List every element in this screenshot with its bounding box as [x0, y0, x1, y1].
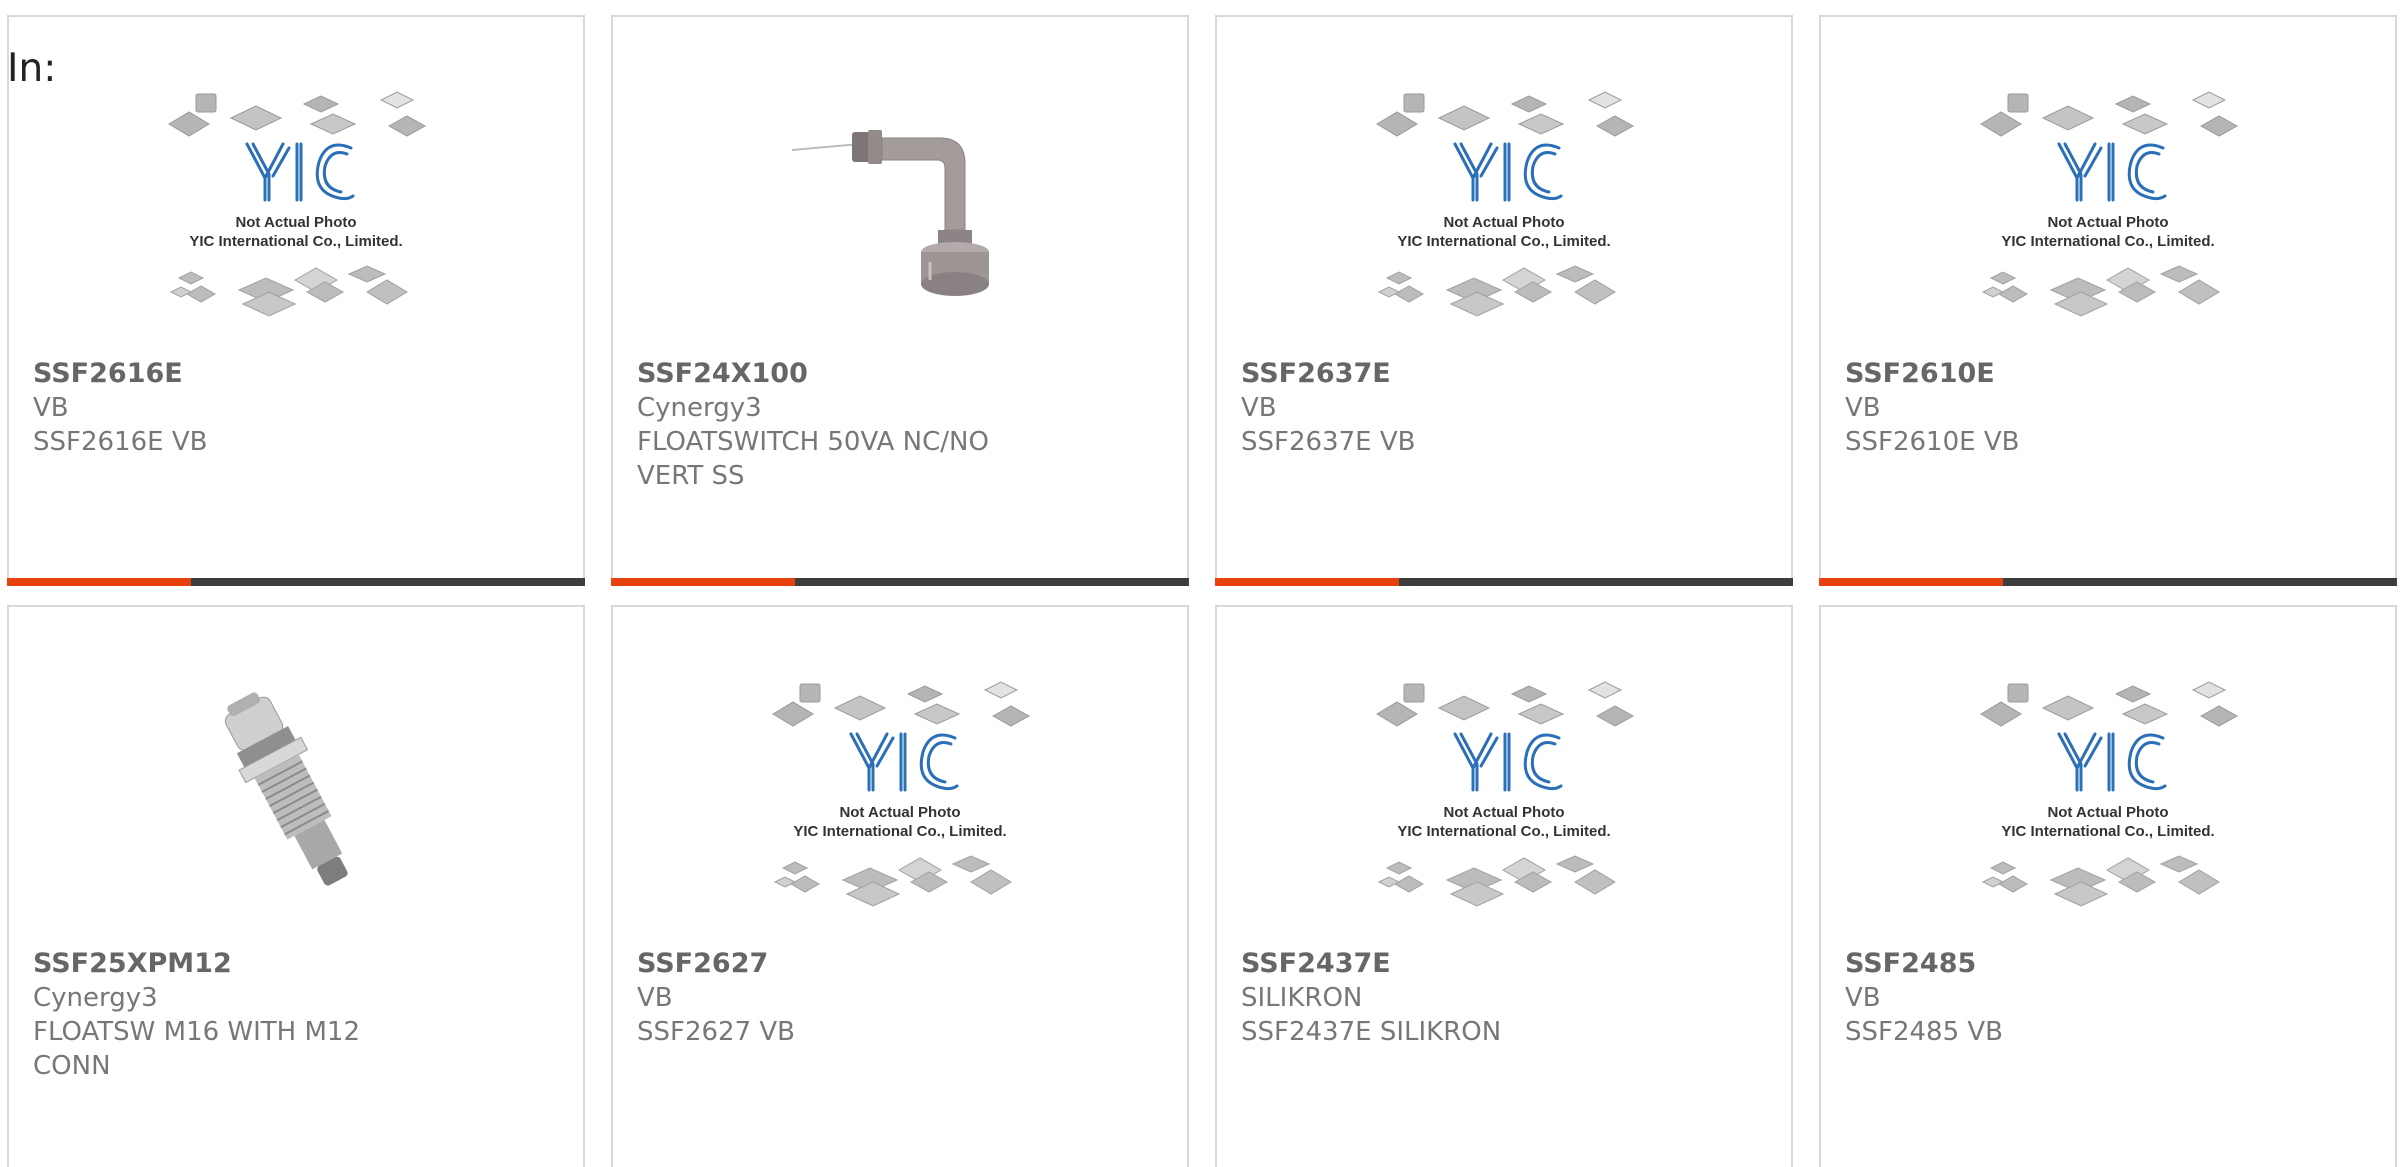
filter-label: In: — [7, 46, 57, 91]
product-description: SSF2610E VB — [1845, 427, 2020, 457]
float-switch-vertical-image — [791, 130, 989, 296]
product-thumbnail[interactable]: Not Actual Photo YIC International Co., … — [1821, 647, 2395, 937]
product-description: SSF2437E SILIKRON — [1241, 1017, 1502, 1047]
float-switch-connector-image — [224, 692, 348, 886]
product-thumbnail[interactable]: Not Actual Photo YIC International Co., … — [1821, 57, 2395, 347]
product-card[interactable]: Not Actual Photo YIC International Co., … — [611, 605, 1189, 1167]
product-thumbnail[interactable]: Not Actual Photo YIC International Co., … — [1217, 647, 1791, 937]
accent-segment — [611, 578, 795, 586]
product-card[interactable]: Not Actual Photo YIC International Co., … — [1819, 605, 2397, 1167]
product-description: SSF2637E VB — [1241, 427, 1416, 457]
product-description: FLOATSWITCH 50VA NC/NO VERT SS — [637, 427, 989, 491]
manufacturer: SILIKRON — [1241, 983, 1363, 1013]
manufacturer: VB — [637, 983, 673, 1013]
part-number[interactable]: SSF2610E — [1845, 357, 2371, 391]
svg-text:YIC International Co., Limited: YIC International Co., Limited. — [189, 233, 402, 250]
product-info: SSF2637E VB SSF2637E VB — [1241, 357, 1767, 459]
svg-text:Not Actual Photo: Not Actual Photo — [839, 804, 960, 821]
svg-text:Not Actual Photo: Not Actual Photo — [1443, 804, 1564, 821]
svg-text:YIC International Co., Limited: YIC International Co., Limited. — [2001, 823, 2214, 840]
svg-text:Not Actual Photo: Not Actual Photo — [2047, 214, 2168, 231]
svg-text:YIC International Co., Limited: YIC International Co., Limited. — [1397, 233, 1610, 250]
product-info: SSF2485 VB SSF2485 VB — [1845, 947, 2371, 1049]
card-accent-bar — [611, 578, 1189, 586]
manufacturer: VB — [33, 393, 69, 423]
placeholder-image: Not Actual Photo YIC International Co., … — [168, 91, 427, 317]
product-card[interactable]: Not Actual Photo YIC International Co., … — [1215, 15, 1793, 586]
product-description: FLOATSW M16 WITH M12 CONN — [33, 1017, 361, 1081]
part-number[interactable]: SSF2437E — [1241, 947, 1767, 981]
svg-text:Not Actual Photo: Not Actual Photo — [2047, 804, 2168, 821]
placeholder-image: Not Actual Photo YIC International Co., … — [772, 681, 1031, 907]
part-number[interactable]: SSF2627 — [637, 947, 1163, 981]
manufacturer: VB — [1241, 393, 1277, 423]
part-number[interactable]: SSF24X100 — [637, 357, 1163, 391]
part-number[interactable]: SSF2616E — [33, 357, 559, 391]
manufacturer: Cynergy3 — [637, 393, 762, 423]
placeholder-image: Not Actual Photo YIC International Co., … — [1376, 681, 1635, 907]
card-accent-bar — [7, 578, 585, 586]
part-number[interactable]: SSF2637E — [1241, 357, 1767, 391]
product-info: SSF2616E VB SSF2616E VB — [33, 357, 559, 459]
accent-segment — [7, 578, 191, 586]
product-info: SSF2437E SILIKRON SSF2437E SILIKRON — [1241, 947, 1767, 1049]
product-thumbnail[interactable] — [9, 647, 583, 937]
manufacturer: VB — [1845, 393, 1881, 423]
product-description: SSF2485 VB — [1845, 1017, 2004, 1047]
svg-text:YIC International Co., Limited: YIC International Co., Limited. — [1397, 823, 1610, 840]
svg-text:Not Actual Photo: Not Actual Photo — [235, 214, 356, 231]
product-info: SSF24X100 Cynergy3 FLOATSWITCH 50VA NC/NO … — [637, 357, 1163, 493]
product-card[interactable]: Not Actual Photo YIC International Co., … — [7, 15, 585, 586]
accent-segment — [1819, 578, 2003, 586]
product-card[interactable]: Not Actual Photo YIC International Co., … — [1215, 605, 1793, 1167]
card-accent-bar — [1819, 578, 2397, 586]
placeholder-image: Not Actual Photo YIC International Co., … — [1980, 91, 2239, 317]
product-info: SSF25XPM12 Cynergy3 FLOATSW M16 WITH M12 C… — [33, 947, 559, 1083]
product-info: SSF2610E VB SSF2610E VB — [1845, 357, 2371, 459]
product-thumbnail[interactable] — [613, 57, 1187, 347]
svg-text:YIC International Co., Limited: YIC International Co., Limited. — [2001, 233, 2214, 250]
product-description: SSF2616E VB — [33, 427, 208, 457]
product-description: SSF2627 VB — [637, 1017, 796, 1047]
product-listing-page: In: Not Actual Photo YIC International C… — [0, 0, 2400, 1167]
product-thumbnail[interactable]: Not Actual Photo YIC International Co., … — [9, 57, 583, 347]
product-thumbnail[interactable]: Not Actual Photo YIC International Co., … — [1217, 57, 1791, 347]
product-card[interactable]: SSF25XPM12 Cynergy3 FLOATSW M16 WITH M12 C… — [7, 605, 585, 1167]
product-card[interactable]: SSF24X100 Cynergy3 FLOATSWITCH 50VA NC/NO … — [611, 15, 1189, 586]
card-accent-bar — [1215, 578, 1793, 586]
manufacturer: VB — [1845, 983, 1881, 1013]
accent-segment — [1215, 578, 1399, 586]
product-info: SSF2627 VB SSF2627 VB — [637, 947, 1163, 1049]
placeholder-image: Not Actual Photo YIC International Co., … — [1980, 681, 2239, 907]
product-card[interactable]: Not Actual Photo YIC International Co., … — [1819, 15, 2397, 586]
placeholder-image: Not Actual Photo YIC International Co., … — [1376, 91, 1635, 317]
part-number[interactable]: SSF2485 — [1845, 947, 2371, 981]
product-thumbnail[interactable]: Not Actual Photo YIC International Co., … — [613, 647, 1187, 937]
manufacturer: Cynergy3 — [33, 983, 158, 1013]
svg-text:YIC International Co., Limited: YIC International Co., Limited. — [793, 823, 1006, 840]
product-grid: Not Actual Photo YIC International Co., … — [7, 15, 2400, 1167]
svg-text:Not Actual Photo: Not Actual Photo — [1443, 214, 1564, 231]
part-number[interactable]: SSF25XPM12 — [33, 947, 559, 981]
